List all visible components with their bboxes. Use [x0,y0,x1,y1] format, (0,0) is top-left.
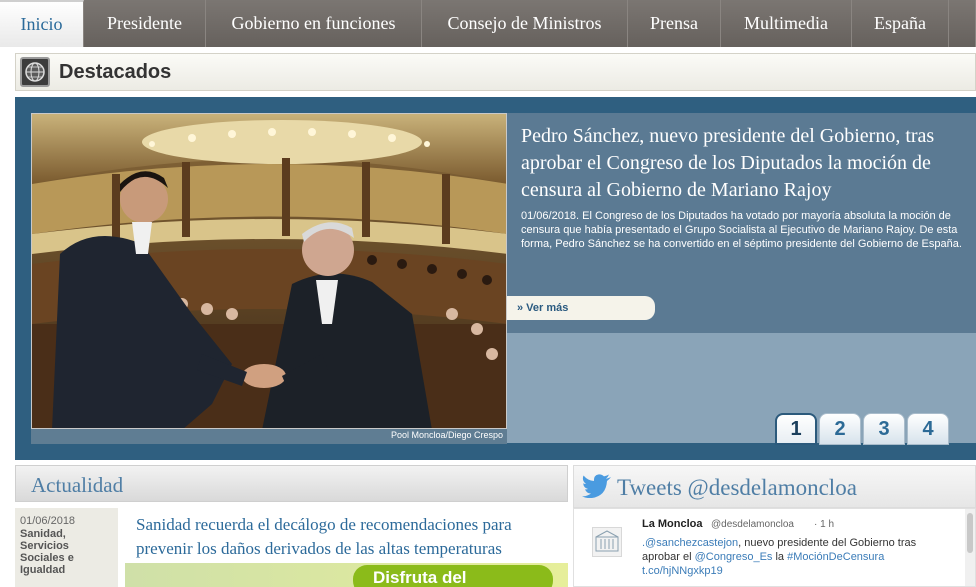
featured-text-panel: Pedro Sánchez, nuevo presidente del Gobi… [507,113,976,443]
photo-caption-bar: Pool Moncloa/Diego Crespo [31,429,507,444]
actualidad-header: Actualidad [15,465,568,502]
nav-tab-espana[interactable]: España [852,0,949,47]
tweet-text: .@sanchezcastejon, nuevo presidente del … [642,536,952,578]
tweet-handle[interactable]: @desdelamoncloa [711,519,794,530]
news-category: Sanidad, Servicios Sociales e Igualdad [20,528,74,576]
tweet-mention-congreso[interactable]: @Congreso_Es [695,551,773,563]
destacados-title: Destacados [59,60,172,83]
carousel-page-4[interactable]: 4 [907,413,949,445]
carousel-pager: 1 2 3 4 [775,413,949,445]
nav-tab-presidente[interactable]: Presidente [84,0,206,47]
tweets-header: Tweets @desdelamoncloa [573,465,976,508]
tweet-link[interactable]: t.co/hjNNgxkp19 [642,565,723,577]
news-headline[interactable]: Sanidad recuerda el decálogo de recomend… [136,513,566,561]
tweet-time: · 1 h [814,519,835,530]
nav-tab-prensa[interactable]: Prensa [628,0,721,47]
tweet-timeline: La Moncloa @desdelamoncloa · 1 h .@sanch… [573,508,976,587]
tweet-scrollbar[interactable] [965,509,975,586]
featured-headline[interactable]: Pedro Sánchez, nuevo presidente del Gobi… [521,123,961,204]
twitter-bird-icon [582,474,612,503]
promo-banner-text: Disfruta del [373,568,467,587]
nav-tab-inicio[interactable]: Inicio [0,0,84,47]
tweet-hashtag[interactable]: #MociónDeCensura [787,551,884,563]
actualidad-title[interactable]: Actualidad [31,473,123,498]
carousel-page-1[interactable]: 1 [775,413,817,445]
tweet-avatar[interactable] [592,527,622,557]
nav-tab-gobierno[interactable]: Gobierno en funciones [206,0,422,47]
ver-mas-link[interactable]: » Ver más [507,296,655,320]
photo-credit: Pool Moncloa/Diego Crespo [390,430,503,440]
tweet-author[interactable]: La Moncloa [642,518,703,530]
main-nav: Inicio Presidente Gobierno en funciones … [0,0,976,47]
destacados-header: Destacados [15,53,976,91]
carousel-page-3[interactable]: 3 [863,413,905,445]
promo-banner[interactable]: Disfruta del [125,563,568,587]
featured-summary: 01/06/2018. El Congreso de los Diputados… [521,210,962,250]
tweet-mention-sanchez[interactable]: .@sanchezcastejon [642,537,738,549]
news-date: 01/06/2018 [20,515,76,527]
carousel-page-2[interactable]: 2 [819,413,861,445]
nav-tab-multimedia[interactable]: Multimedia [721,0,852,47]
featured-photo[interactable] [31,113,507,429]
tweet-text-la: la [772,551,788,563]
globe-icon [20,57,50,87]
nav-tab-overflow [949,0,976,47]
tweets-title[interactable]: Tweets @desdelamoncloa [617,475,857,501]
tweet-scrollbar-thumb[interactable] [967,513,973,553]
page: Inicio Presidente Gobierno en funciones … [0,0,976,587]
news-meta: 01/06/2018 Sanidad, Servicios Sociales e… [15,508,118,587]
nav-tab-consejo[interactable]: Consejo de Ministros [422,0,628,47]
featured-story: Pool Moncloa/Diego Crespo Pedro Sánchez,… [15,97,976,460]
